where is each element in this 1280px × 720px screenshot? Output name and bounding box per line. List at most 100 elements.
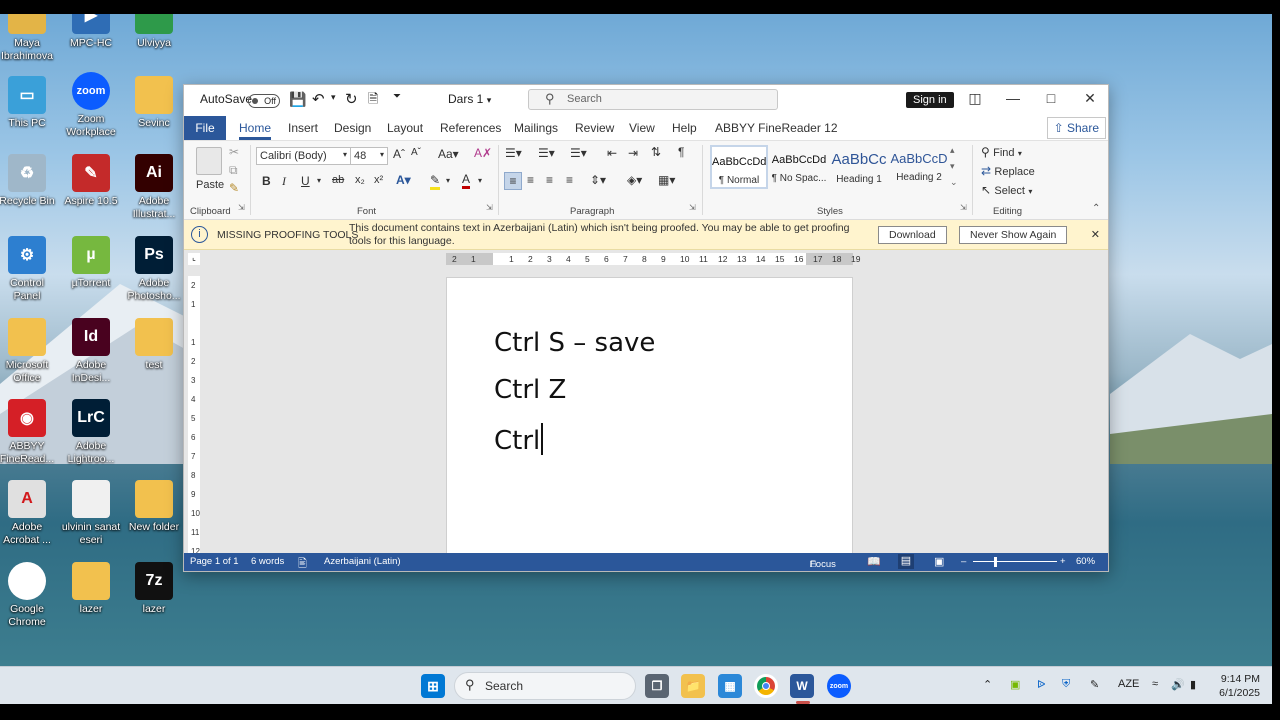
clear-formatting-icon[interactable]: A✗ [474,146,492,160]
desktop-icon[interactable]: Maya Ibrahimova [0,14,58,63]
desktop-icon[interactable]: New folder [123,480,185,534]
sign-in-button[interactable]: Sign in [906,92,954,108]
desktop-icon[interactable]: ◉ ABBYY FineRead... [0,399,58,466]
never-show-again-button[interactable]: Never Show Again [959,226,1068,244]
style-tile[interactable]: AaBbCcD Heading 2 [890,145,948,189]
desktop-icon[interactable]: ulvinin sanat eseri [60,480,122,547]
minimize-icon[interactable]: — [1003,90,1023,106]
font-size-select[interactable]: 48 ▾ [350,147,388,165]
search-input[interactable]: ⚲ Search [528,89,778,110]
subscript-icon[interactable]: x₂ [355,174,365,186]
task-view-icon[interactable]: ❐ [645,674,669,698]
strikethrough-icon[interactable]: ab [332,174,344,186]
close-icon[interactable]: ✕ [1080,90,1100,107]
microsoft-store-icon[interactable]: ▦ [718,674,742,698]
clipboard-launcher-icon[interactable]: ⇲ [238,203,245,212]
zoom-slider[interactable] [973,561,1057,562]
desktop-icon[interactable]: ♻ Recycle Bin [0,154,58,208]
styles-launcher-icon[interactable]: ⇲ [960,203,967,212]
tab-selector-icon[interactable]: ⌞ [188,253,200,265]
word-taskbar-icon[interactable]: W [790,674,814,698]
decrease-indent-icon[interactable]: ⇤ [607,146,617,160]
page-count[interactable]: Page 1 of 1 [190,556,239,567]
autosave-toggle[interactable]: Off [248,94,280,108]
maximize-icon[interactable]: □ [1041,90,1061,106]
desktop-icon[interactable]: zoom Zoom Workplace [60,72,122,139]
desktop-icon[interactable]: Ulviyya [123,14,185,50]
format-painter-icon[interactable]: ✎ [229,181,239,195]
tab-design[interactable]: Design [334,121,371,135]
tab-file[interactable]: File [184,116,226,140]
multilevel-list-icon[interactable]: ☰▾ [570,146,587,160]
redo-icon[interactable]: ↻ [345,90,358,108]
paste-icon[interactable] [196,147,222,175]
font-color-icon[interactable]: A [462,172,471,189]
styles-more-icon[interactable]: ⌄ [950,177,958,188]
text-effects-icon[interactable]: A▾ [396,173,411,187]
desktop-icon[interactable]: 7z lazer [123,562,185,616]
zoom-out-icon[interactable]: – [961,556,966,567]
bluetooth-icon[interactable]: ᐉ [1037,678,1045,691]
font-color-dropdown-icon[interactable]: ▾ [478,176,482,185]
nvidia-icon[interactable]: ▣ [1010,678,1020,691]
underline-dropdown-icon[interactable]: ▾ [317,176,321,185]
battery-icon[interactable]: ▮ [1190,678,1196,691]
style-tile[interactable]: AaBbCcDd ¶ Normal [710,145,768,189]
close-message-icon[interactable]: ✕ [1091,228,1100,241]
read-mode-icon[interactable]: 📖 [867,555,881,568]
replace-button[interactable]: ⇄ Replace [981,164,1035,178]
print-layout-icon[interactable]: ▤ [898,554,914,569]
desktop-icon[interactable]: lazer [60,562,122,616]
tab-home[interactable]: Home [239,121,272,140]
volume-icon[interactable]: 🔊 [1171,678,1185,691]
file-explorer-icon[interactable]: 📁 [681,674,705,698]
font-launcher-icon[interactable]: ⇲ [486,203,493,212]
align-left-icon[interactable]: ≡ [504,172,522,190]
document-title[interactable]: Dars 1 ▾ [448,92,491,106]
undo-dropdown-icon[interactable]: ▾ [331,92,336,103]
align-center-icon[interactable]: ≡ [527,173,534,187]
document-line[interactable]: Ctrl Z [494,375,566,405]
desktop-icon[interactable]: Microsoft Office [0,318,58,385]
document-line-active[interactable]: Ctrl [494,423,544,456]
taskbar-search[interactable]: ⚲ Search [454,672,636,700]
new-document-icon[interactable]: 🗎 [368,90,378,112]
increase-indent-icon[interactable]: ⇥ [628,146,638,160]
tab-view[interactable]: View [629,121,655,135]
zoom-level[interactable]: 60% [1076,556,1095,567]
tab-review[interactable]: Review [575,121,614,135]
select-button[interactable]: ↖ Select ▾ [981,183,1032,197]
pen-icon[interactable]: ✎ [1090,678,1099,691]
style-tile[interactable]: AaBbCc Heading 1 [830,145,888,189]
zoom-taskbar-icon[interactable]: zoom [827,674,851,698]
highlight-dropdown-icon[interactable]: ▾ [446,176,450,185]
tab-references[interactable]: References [440,121,501,135]
font-name-select[interactable]: Calibri (Body) ▾ [256,147,351,165]
share-button[interactable]: ⇧ Share [1046,117,1106,139]
tab-insert[interactable]: Insert [288,121,318,135]
italic-icon[interactable]: I [282,174,286,189]
bullets-icon[interactable]: ☰▾ [505,146,522,160]
word-count[interactable]: 6 words [251,556,284,567]
desktop-icon[interactable]: ▶ MPC-HC [60,14,122,50]
show-hidden-icons[interactable]: ⌃ [983,678,992,691]
language-status[interactable]: Azerbaijani (Latin) [324,556,401,567]
desktop-icon[interactable]: A Adobe Acrobat ... [0,480,58,547]
tab-abbyy-finereader-12[interactable]: ABBYY FineReader 12 [715,121,838,135]
shading-icon[interactable]: ◈▾ [627,173,642,187]
underline-icon[interactable]: U [301,174,310,188]
web-layout-icon[interactable]: ▣ [934,555,944,568]
align-right-icon[interactable]: ≡ [546,173,553,187]
ribbon-display-icon[interactable]: ◫ [965,90,985,107]
justify-icon[interactable]: ≡ [566,173,573,187]
tab-layout[interactable]: Layout [387,121,423,135]
shrink-font-icon[interactable]: Aˇ [411,147,421,158]
desktop-icon[interactable]: ▭ This PC [0,76,58,130]
desktop-icon[interactable]: test [123,318,185,372]
tab-help[interactable]: Help [672,121,697,135]
security-icon[interactable]: ⛨ [1062,678,1070,691]
find-button[interactable]: ⚲ Find ▾ [981,145,1022,159]
desktop-icon[interactable]: Ps Adobe Photosho... [123,236,185,303]
copy-icon[interactable]: ⧉ [229,163,238,178]
cut-icon[interactable]: ✂ [229,145,239,159]
